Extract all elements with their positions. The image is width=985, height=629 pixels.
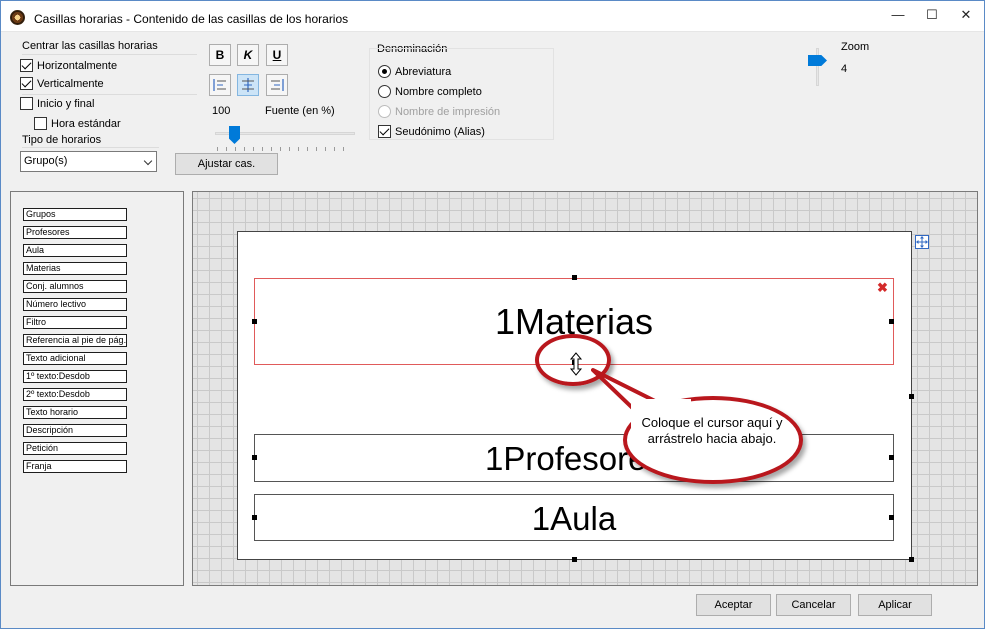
resize-handle[interactable]: [889, 319, 894, 324]
dialog-window: Casillas horarias - Contenido de las cas…: [0, 0, 985, 629]
vertical-label: Verticalmente: [37, 78, 104, 90]
alias-checkbox[interactable]: [378, 125, 391, 138]
chevron-down-icon: [143, 156, 153, 166]
align-center-icon: [242, 78, 254, 92]
field-list-panel: Grupos Profesores Aula Materias Conj. alumno…: [10, 191, 184, 586]
zoom-slider-track[interactable]: [816, 48, 819, 86]
cell-aula[interactable]: 1Aula: [254, 494, 894, 541]
close-button[interactable]: ✕: [949, 1, 983, 31]
alias-label: Seudónimo (Alias): [395, 126, 485, 138]
field-item[interactable]: Conj. alumnos: [23, 280, 127, 293]
field-item[interactable]: Grupos: [23, 208, 127, 221]
schedule-type-select[interactable]: Grupo(s): [20, 151, 157, 172]
field-item[interactable]: Petición: [23, 442, 127, 455]
window-title: Casillas horarias - Contenido de las cas…: [34, 12, 349, 26]
font-size-value: 100: [212, 105, 231, 117]
group-divider: [22, 54, 197, 55]
start-end-label: Inicio y final: [37, 98, 95, 110]
font-size-slider-ticks: [217, 147, 352, 151]
accept-button[interactable]: Aceptar: [696, 594, 771, 616]
schedule-type-caption: Tipo de horarios: [22, 134, 102, 146]
apply-button[interactable]: Aplicar: [858, 594, 932, 616]
resize-handle[interactable]: [889, 515, 894, 520]
group-divider: [22, 147, 159, 148]
align-left-button[interactable]: [209, 74, 231, 96]
field-item[interactable]: Descripción: [23, 424, 127, 437]
resize-handle[interactable]: [252, 515, 257, 520]
align-right-button[interactable]: [266, 74, 288, 96]
align-center-button[interactable]: [237, 74, 259, 96]
radio-full-name[interactable]: [378, 85, 391, 98]
delete-cell-icon[interactable]: ✖: [877, 280, 888, 296]
field-item[interactable]: Número lectivo: [23, 298, 127, 311]
app-icon: [10, 10, 25, 25]
resize-handle[interactable]: [252, 319, 257, 324]
field-item[interactable]: Profesores: [23, 226, 127, 239]
radio-abbreviation[interactable]: [378, 65, 391, 78]
field-item[interactable]: Materias: [23, 262, 127, 275]
radio-full-name-label: Nombre completo: [395, 86, 482, 98]
field-item[interactable]: Aula: [23, 244, 127, 257]
align-right-icon: [271, 79, 284, 91]
vertical-checkbox[interactable]: [20, 77, 33, 90]
title-bar: Casillas horarias - Contenido de las cas…: [1, 1, 984, 32]
radio-print-name-label: Nombre de impresión: [395, 106, 501, 118]
field-item[interactable]: Referencia al pie de pág.: [23, 334, 127, 347]
move-icon[interactable]: [915, 235, 929, 249]
zoom-value: 4: [841, 63, 848, 75]
field-item[interactable]: Texto adicional: [23, 352, 127, 365]
font-size-slider-thumb[interactable]: [229, 126, 240, 144]
field-item[interactable]: 1º texto:Desdob: [23, 370, 127, 383]
align-left-icon: [213, 79, 226, 91]
resize-handle[interactable]: [909, 557, 914, 562]
zoom-label: Zoom: [841, 41, 870, 53]
arrows-cross-icon: [916, 236, 928, 248]
resize-handle[interactable]: [572, 557, 577, 562]
font-size-label: Fuente (en %): [265, 105, 335, 117]
horizontal-label: Horizontalmente: [37, 60, 118, 72]
maximize-button[interactable]: ☐: [915, 1, 949, 31]
field-item[interactable]: Franja: [23, 460, 127, 473]
zoom-slider-thumb[interactable]: [808, 55, 827, 66]
fit-cells-button[interactable]: Ajustar cas.: [175, 153, 278, 175]
field-item[interactable]: Texto horario: [23, 406, 127, 419]
standard-time-label: Hora estándar: [51, 118, 121, 130]
horizontal-checkbox[interactable]: [20, 59, 33, 72]
cancel-button[interactable]: Cancelar: [776, 594, 851, 616]
resize-handle[interactable]: [889, 455, 894, 460]
field-item[interactable]: 2º texto:Desdob: [23, 388, 127, 401]
group-divider: [22, 94, 197, 95]
center-group-caption: Centrar las casillas horarias: [22, 40, 158, 52]
schedule-type-value: Grupo(s): [24, 155, 68, 167]
minimize-button[interactable]: —: [881, 1, 915, 31]
callout-text: Coloque el cursor aquí y arrástrelo haci…: [641, 415, 783, 446]
field-item[interactable]: Filtro: [23, 316, 127, 329]
italic-button[interactable]: K: [237, 44, 259, 66]
underline-button[interactable]: U: [266, 44, 288, 66]
radio-abbreviation-label: Abreviatura: [395, 66, 452, 78]
resize-handle[interactable]: [252, 455, 257, 460]
standard-time-checkbox[interactable]: [34, 117, 47, 130]
resize-handle[interactable]: [572, 275, 577, 280]
bold-button[interactable]: B: [209, 44, 231, 66]
start-end-checkbox[interactable]: [20, 97, 33, 110]
radio-print-name: [378, 105, 391, 118]
resize-handle[interactable]: [909, 394, 914, 399]
